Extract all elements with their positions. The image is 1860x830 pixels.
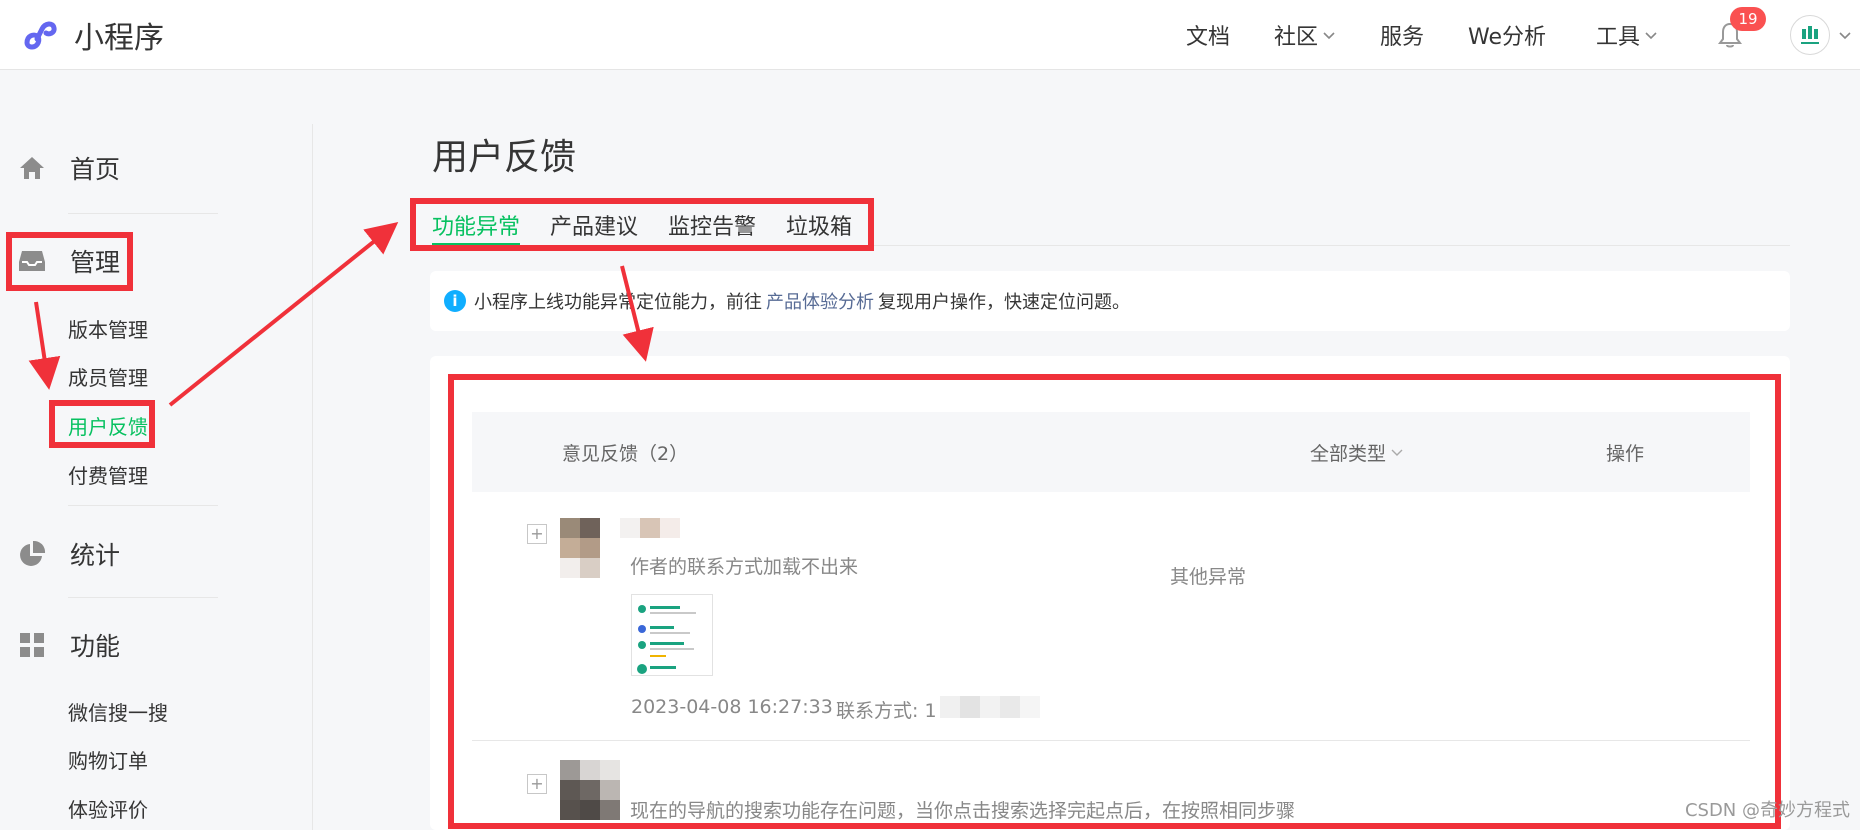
top-bar: 小程序 文档 社区 服务 We分析 工具 19 — [0, 0, 1860, 70]
sidebar-item-stats[interactable]: 统计 — [18, 536, 120, 572]
nav-we-analysis-label: We分析 — [1467, 25, 1546, 50]
sidebar-item-home[interactable]: 首页 — [18, 150, 120, 186]
top-nav: 文档 社区 服务 We分析 工具 19 — [1186, 0, 1860, 70]
home-icon — [20, 157, 44, 179]
account-menu[interactable] — [1790, 15, 1852, 55]
mini-program-logo-icon — [24, 21, 57, 50]
notice-text-after: 复现用户操作，快速定位问题。 — [878, 292, 1130, 313]
pie-chart-icon — [20, 540, 46, 566]
nav-services-label: 服务 — [1379, 25, 1424, 50]
notice-text-before: 小程序上线功能异常定位能力，前往 — [474, 292, 762, 313]
nav-community[interactable]: 社区 — [1274, 19, 1336, 51]
highlight-box-tabs — [410, 198, 874, 251]
sidebar-item-experience-rating[interactable]: 体验评价 — [68, 794, 148, 823]
chevron-down-icon — [1645, 32, 1657, 40]
sidebar-separator — [68, 213, 218, 214]
nav-tools[interactable]: 工具 — [1596, 19, 1658, 51]
page-title: 用户反馈 — [432, 137, 577, 178]
nav-tools-label: 工具 — [1595, 25, 1640, 50]
app-avatar-icon — [1790, 15, 1830, 55]
sidebar-item-home-label: 首页 — [70, 155, 121, 184]
nav-community-label: 社区 — [1273, 25, 1318, 50]
watermark: CSDN @奇妙方程式 — [1684, 800, 1850, 821]
highlight-box-feedback-list — [448, 374, 1781, 829]
brand-logo[interactable]: 小程序 — [18, 8, 164, 62]
sidebar-item-billing-management[interactable]: 付费管理 — [68, 460, 148, 489]
sidebar-item-member-management[interactable]: 成员管理 — [68, 362, 148, 391]
experience-analysis-link[interactable]: 产品体验分析 — [766, 288, 874, 314]
sidebar-item-stats-label: 统计 — [70, 541, 121, 570]
arrow-manage-to-feedback — [28, 301, 61, 390]
sidebar-item-version-management[interactable]: 版本管理 — [68, 314, 148, 343]
chevron-down-icon — [1323, 32, 1335, 40]
nav-docs-label: 文档 — [1185, 25, 1230, 50]
sidebar-separator — [68, 505, 218, 506]
chevron-down-icon — [1839, 32, 1851, 40]
sidebar-item-wechat-search[interactable]: 微信搜一搜 — [68, 697, 168, 726]
nav-services[interactable]: 服务 — [1380, 19, 1424, 51]
arrow-feedback-to-tabs — [168, 221, 399, 407]
sidebar-item-features-label: 功能 — [70, 632, 121, 661]
grid-icon — [20, 633, 44, 657]
info-icon: i — [444, 290, 466, 312]
sidebar-item-features[interactable]: 功能 — [18, 627, 120, 663]
brand-name: 小程序 — [74, 21, 164, 56]
sidebar-separator — [68, 597, 218, 598]
notification-button[interactable]: 19 — [1710, 7, 1766, 55]
sidebar-divider — [312, 124, 313, 830]
highlight-box-manage — [6, 232, 133, 291]
nav-docs[interactable]: 文档 — [1186, 19, 1230, 51]
notice-bar: i 小程序上线功能异常定位能力，前往 产品体验分析 复现用户操作，快速定位问题。 — [430, 271, 1790, 331]
sidebar-item-shopping-orders[interactable]: 购物订单 — [68, 745, 148, 774]
notification-badge: 19 — [1730, 7, 1766, 31]
highlight-box-user-feedback — [49, 400, 155, 448]
nav-we-analysis[interactable]: We分析 — [1468, 19, 1546, 51]
